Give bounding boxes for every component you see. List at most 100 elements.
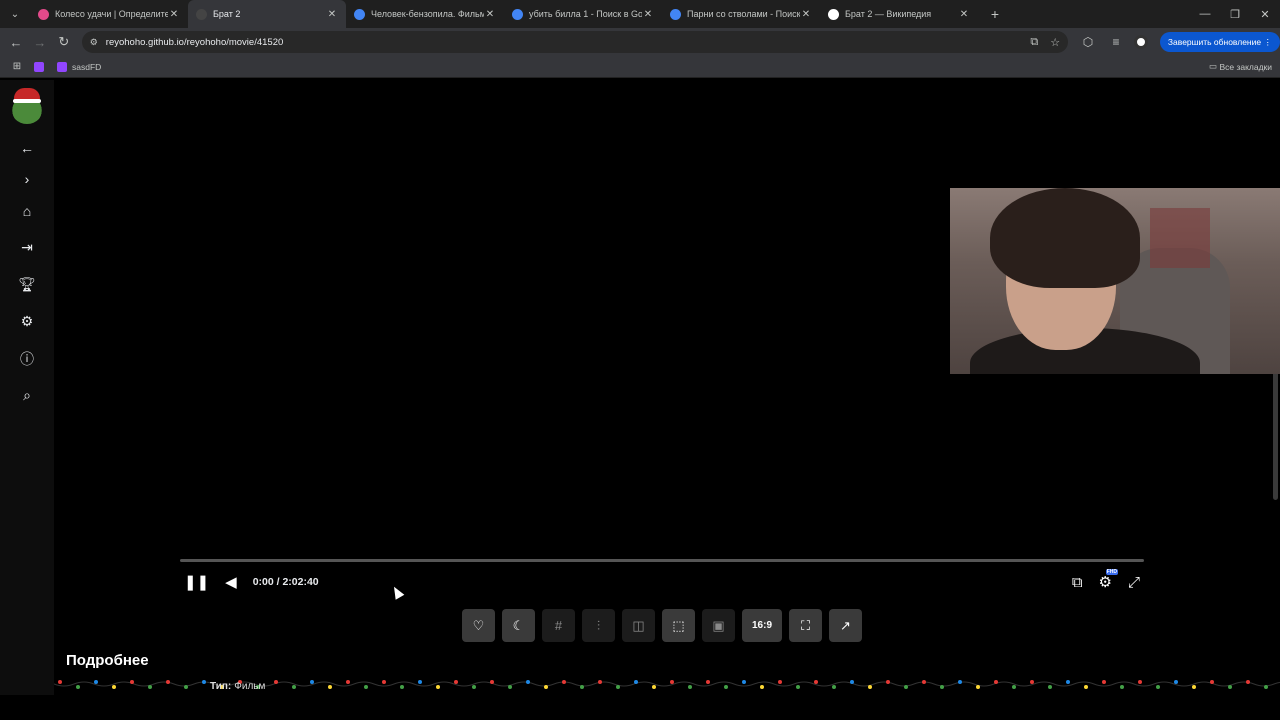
light-bulb <box>814 680 818 684</box>
tab-title: убить билла 1 - Поиск в Googl <box>529 9 642 19</box>
browser-tab[interactable]: Человек-бензопила. Фильм: Ре✕ <box>346 0 504 28</box>
site-info-icon[interactable]: ⚙ <box>90 37 98 48</box>
webcam-overlay <box>950 188 1280 374</box>
update-button[interactable]: Завершить обновление ⋮ <box>1159 32 1280 52</box>
light-bulb <box>1048 685 1052 689</box>
login-icon[interactable]: ⇥ <box>0 229 54 266</box>
light-bulb <box>1102 680 1106 684</box>
light-bulb <box>346 680 350 684</box>
bookmark-twitch[interactable] <box>34 61 49 72</box>
all-bookmarks[interactable]: ▭ Все закладки <box>1209 61 1272 72</box>
light-bulb <box>1012 685 1016 689</box>
close-tab-icon[interactable]: ✕ <box>958 9 970 20</box>
close-window-button[interactable]: ✕ <box>1250 8 1280 21</box>
light-bulb <box>706 680 710 684</box>
light-bulb <box>382 680 386 684</box>
fullscreen-icon[interactable]: ⤢ <box>1128 574 1140 591</box>
player-toolbar: ♡ ☾ # ⫶ ◫ ⬚ ▣ 16:9 ⛶ ↗ <box>462 609 869 642</box>
tab-search-button[interactable]: ⌄ <box>4 3 26 25</box>
home-icon[interactable]: ⌂ <box>0 192 54 229</box>
omnibox[interactable]: ⚙ reyohoho.github.io/reyohoho/movie/4152… <box>81 31 1069 53</box>
info-icon[interactable]: ⓘ <box>0 340 54 377</box>
folder-icon: ▭ <box>1209 61 1220 71</box>
light-bulb <box>526 680 530 684</box>
light-bulb <box>310 680 314 684</box>
aspect-button[interactable]: 16:9 <box>742 609 782 642</box>
light-bulb <box>1228 685 1232 689</box>
volume-icon[interactable]: ◀ <box>225 573 237 591</box>
light-bulb <box>472 685 476 689</box>
browser-tab[interactable]: Парни со стволами - Поиск в ✕ <box>662 0 820 28</box>
light-bulb <box>562 680 566 684</box>
progress-bar[interactable] <box>180 559 1144 562</box>
light-bulb <box>1210 680 1214 684</box>
tab-title: Парни со стволами - Поиск в <box>687 9 800 19</box>
light-bulb <box>112 685 116 689</box>
browser-tab[interactable]: Брат 2 ✕ <box>188 0 346 28</box>
site-logo[interactable] <box>10 88 44 124</box>
new-tab-button[interactable]: + <box>984 6 1006 22</box>
light-bulb <box>994 680 998 684</box>
focus-icon: ⛶ <box>800 617 811 633</box>
light-bulb <box>1246 680 1250 684</box>
quality-settings-icon[interactable]: ⚙ FHD <box>1099 569 1118 591</box>
back-arrow-icon[interactable]: ← <box>0 129 54 166</box>
favicon-icon <box>354 8 365 20</box>
trophy-icon[interactable]: 🏆︎ <box>0 266 54 303</box>
light-bulb <box>418 680 422 684</box>
minimize-button[interactable]: — <box>1190 8 1220 21</box>
close-tab-icon[interactable]: ✕ <box>326 9 338 20</box>
open-external-button[interactable]: ↗ <box>829 609 862 642</box>
favorite-button[interactable]: ♡ <box>462 609 495 642</box>
restore-button[interactable]: ❐ <box>1220 8 1250 21</box>
url-text[interactable]: reyohoho.github.io/reyohoho/movie/41520 <box>106 37 1019 48</box>
browser-tab[interactable]: Колесо удачи | Определите по✕ <box>30 0 188 28</box>
page-content: ← › ⌂ ⇥ 🏆︎ ⚙ ⓘ ⌕ ❚❚ ◀ 0:00 / 2:02:40 ⧉ ⚙… <box>0 80 1280 695</box>
night-mode-button[interactable]: ☾ <box>502 609 535 642</box>
favicon-icon <box>38 8 49 20</box>
grid-button[interactable]: # <box>542 609 575 642</box>
forward-button[interactable]: → <box>28 35 52 50</box>
light-bulb <box>922 680 926 684</box>
bookmark-sasdfd[interactable]: sasdFD <box>57 61 102 72</box>
address-bar: ← → ↻ ⚙ reyohoho.github.io/reyohoho/movi… <box>0 28 1280 56</box>
close-tab-icon[interactable]: ✕ <box>484 9 496 20</box>
browser-tab[interactable]: убить билла 1 - Поиск в Googl✕ <box>504 0 662 28</box>
light-bulb <box>490 680 494 684</box>
light-bulb <box>634 680 638 684</box>
close-tab-icon[interactable]: ✕ <box>800 9 812 20</box>
install-app-icon[interactable]: ⧉ <box>1030 36 1038 49</box>
fit-button[interactable]: ⬚ <box>662 609 695 642</box>
update-button-label: Завершить обновление <box>1167 37 1262 47</box>
light-bulb <box>778 680 782 684</box>
reload-button[interactable]: ↻ <box>52 34 76 50</box>
chevron-right-icon[interactable]: › <box>0 166 54 192</box>
light-bulb <box>832 685 836 689</box>
browser-tab[interactable]: Брат 2 — Википедия ✕ <box>820 0 978 28</box>
close-tab-icon[interactable]: ✕ <box>642 9 654 20</box>
settings-icon[interactable]: ⚙ <box>0 303 54 340</box>
light-bulb <box>580 685 584 689</box>
close-tab-icon[interactable]: ✕ <box>168 9 180 20</box>
light-bulb <box>292 685 296 689</box>
light-bulb <box>670 680 674 684</box>
search-icon[interactable]: ⌕ <box>0 377 54 414</box>
screenshot-button[interactable]: ⛶ <box>789 609 822 642</box>
reading-list-icon[interactable]: ≡ <box>1108 35 1124 49</box>
heart-icon: ♡ <box>472 617 485 633</box>
light-bulb <box>1066 680 1070 684</box>
extensions-icon[interactable]: ⬡ <box>1080 35 1096 49</box>
light-bulb <box>184 685 188 689</box>
profile-avatar[interactable] <box>1133 35 1148 49</box>
back-button[interactable]: ← <box>4 35 28 50</box>
apps-grid-icon[interactable]: ⊞ <box>0 61 34 72</box>
favicon-icon <box>828 8 839 20</box>
pause-icon[interactable]: ❚❚ <box>184 573 209 591</box>
bookmark-star-icon[interactable]: ☆ <box>1050 36 1060 49</box>
bookmark-label: sasdFD <box>72 61 102 72</box>
favicon-icon <box>670 8 681 20</box>
pip-icon[interactable]: ⧉ <box>1072 574 1083 591</box>
mirror-button[interactable]: ◫ <box>622 609 655 642</box>
audio-button[interactable]: ⫶ <box>582 609 615 642</box>
pip-button[interactable]: ▣ <box>702 609 735 642</box>
